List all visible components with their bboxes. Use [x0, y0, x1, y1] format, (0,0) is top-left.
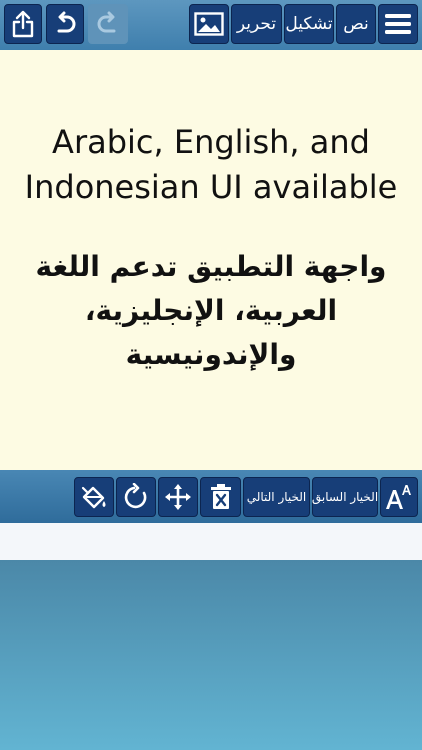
- next-option-label: الخيار التالي: [246, 490, 307, 504]
- move-button[interactable]: [158, 477, 198, 517]
- english-caption[interactable]: Arabic, English, and Indonesian UI avail…: [0, 120, 422, 210]
- separator-strip: [0, 523, 422, 560]
- share-button[interactable]: [4, 4, 42, 44]
- text-button[interactable]: نص: [336, 4, 376, 44]
- background-panel: [0, 560, 422, 750]
- delete-button[interactable]: [200, 477, 241, 517]
- text-label: نص: [343, 13, 369, 34]
- move-icon: [164, 483, 192, 511]
- edit-label: تحرير: [236, 13, 277, 34]
- diacritics-label: تشكيل: [285, 13, 333, 34]
- top-toolbar: تحرير تشكيل نص: [0, 0, 422, 50]
- menu-button[interactable]: [378, 4, 418, 44]
- rotate-button[interactable]: [116, 477, 156, 517]
- font-size-icon: [384, 482, 414, 512]
- previous-option-button[interactable]: الخيار السابق: [312, 477, 378, 517]
- previous-option-label: الخيار السابق: [311, 490, 379, 504]
- share-icon: [11, 10, 35, 38]
- redo-icon: [95, 11, 121, 37]
- fill-color-button[interactable]: [74, 477, 114, 517]
- rotate-icon: [122, 483, 150, 511]
- bottom-toolbar: الخيار التالي الخيار السابق: [0, 470, 422, 523]
- paint-bucket-icon: [80, 483, 108, 511]
- diacritics-button[interactable]: تشكيل: [284, 4, 334, 44]
- undo-button[interactable]: [46, 4, 84, 44]
- redo-button[interactable]: [88, 4, 128, 44]
- insert-image-button[interactable]: [189, 4, 229, 44]
- delete-icon: [209, 483, 233, 511]
- arabic-caption[interactable]: واجهة التطبيق تدعم اللغة العربية، الإنجل…: [15, 245, 407, 377]
- design-canvas[interactable]: Arabic, English, and Indonesian UI avail…: [0, 50, 422, 470]
- undo-icon: [52, 11, 78, 37]
- edit-button[interactable]: تحرير: [231, 4, 282, 44]
- image-icon: [194, 11, 224, 37]
- font-size-button[interactable]: [380, 477, 418, 517]
- menu-icon: [384, 12, 412, 36]
- next-option-button[interactable]: الخيار التالي: [243, 477, 310, 517]
